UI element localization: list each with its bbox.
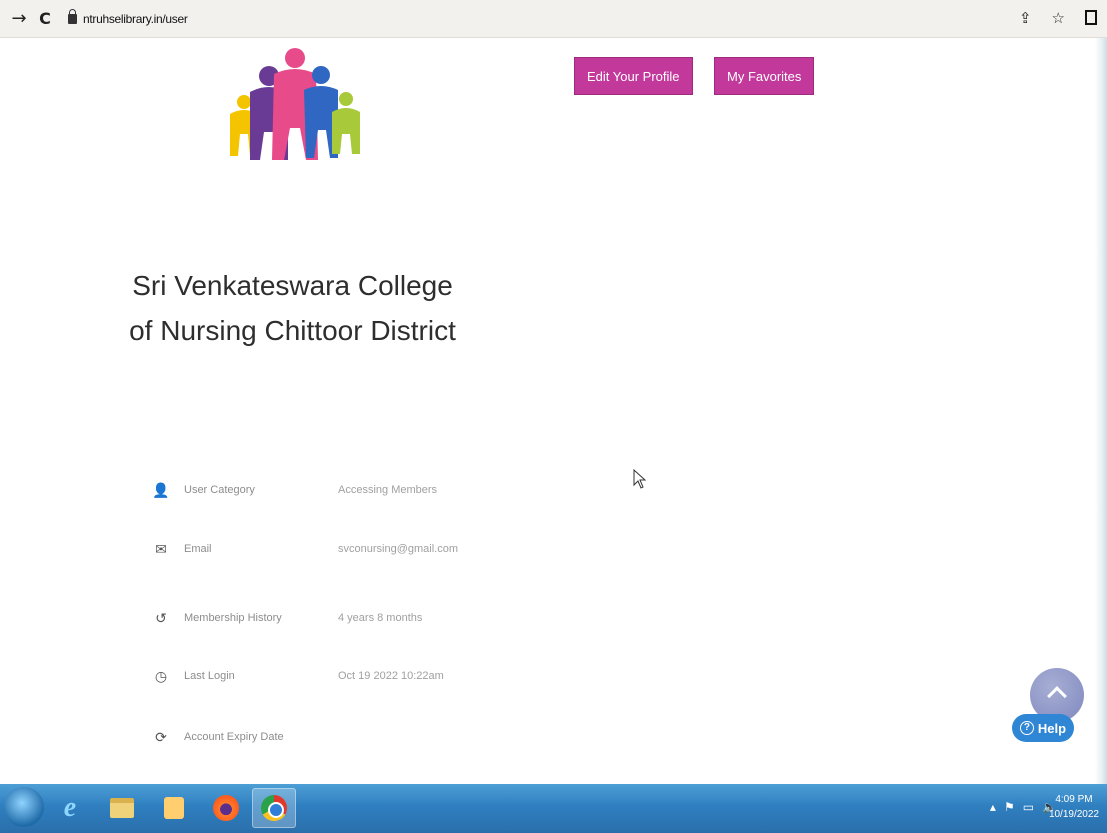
firefox-icon[interactable]: [204, 788, 248, 828]
my-favorites-button[interactable]: My Favorites: [714, 57, 815, 95]
help-question-icon: ?: [1019, 721, 1034, 735]
reload-icon[interactable]: C: [36, 9, 54, 28]
info-row-last-login: ◷ Last Login Oct 19 2022 10:22am: [150, 665, 470, 687]
college-name: Sri Venkateswara College of Nursing Chit…: [129, 270, 456, 346]
info-row-email: ✉ Email svconursing@gmail.com: [150, 538, 470, 560]
info-label: Membership History: [184, 612, 282, 624]
info-label: Last Login: [184, 670, 235, 682]
info-value: Accessing Members: [338, 484, 438, 496]
chrome-icon[interactable]: [252, 788, 296, 828]
system-tray: ▴ ⚑ ▭ 🔈: [990, 800, 1057, 814]
system-clock[interactable]: 4:09 PM 10/19/2022: [1049, 792, 1099, 822]
info-row-membership-history: ↺ Membership History 4 years 8 months: [150, 607, 470, 629]
edit-profile-button[interactable]: Edit Your Profile: [574, 57, 693, 95]
help-button[interactable]: ? Help: [1012, 714, 1074, 742]
info-label: User Category: [184, 484, 255, 496]
share-icon[interactable]: ⇪: [1019, 9, 1032, 27]
address-bar[interactable]: ntruhselibrary.in/user: [83, 12, 188, 26]
help-label: Help: [1037, 720, 1067, 736]
refresh-icon: ⟳: [155, 728, 167, 745]
clock-icon: ◷: [154, 667, 168, 684]
info-label: Email: [184, 543, 212, 555]
info-row-account-expiry: ⟳ Account Expiry Date: [150, 726, 470, 748]
mail-icon: ✉: [155, 540, 167, 557]
info-row-user-category: 👤 User Category Accessing Members: [150, 479, 470, 501]
folder-icon[interactable]: [100, 788, 144, 828]
history-icon: ↺: [155, 609, 167, 626]
taskbar: e ▴ ⚑ ▭ 🔈 4:09 PM 10/19/2022: [0, 784, 1107, 833]
start-button[interactable]: [4, 787, 44, 827]
browser-actions: ⇪ ☆: [1019, 9, 1097, 27]
media-player-icon[interactable]: [152, 788, 196, 828]
info-value: 4 years 8 months: [338, 612, 423, 624]
info-label: Account Expiry Date: [184, 731, 284, 743]
back-arrow-icon[interactable]: →: [10, 8, 28, 29]
clock-time: 4:09 PM: [1055, 794, 1093, 805]
scrollbar[interactable]: [1095, 38, 1107, 784]
family-logo: [230, 48, 360, 160]
info-value: svconursing@gmail.com: [338, 543, 458, 555]
mouse-pointer-icon: [633, 469, 647, 489]
browser-toolbar: → C ntruhselibrary.in/user ⇪ ☆: [0, 0, 1107, 38]
page-content: Edit Your Profile My Favorites Sri Venka…: [0, 38, 1095, 784]
lock-icon[interactable]: [68, 8, 77, 24]
clock-date: 10/19/2022: [1048, 809, 1099, 820]
tray-arrow-icon[interactable]: ▴: [990, 800, 996, 814]
network-icon[interactable]: ▭: [1023, 800, 1034, 814]
user-icon: 👤: [152, 481, 170, 498]
bookmark-star-icon[interactable]: ☆: [1052, 9, 1065, 27]
window-icon[interactable]: [1085, 10, 1097, 25]
flag-icon[interactable]: ⚑: [1004, 800, 1015, 814]
internet-explorer-icon[interactable]: e: [48, 788, 92, 828]
info-value: Oct 19 2022 10:22am: [338, 670, 444, 682]
